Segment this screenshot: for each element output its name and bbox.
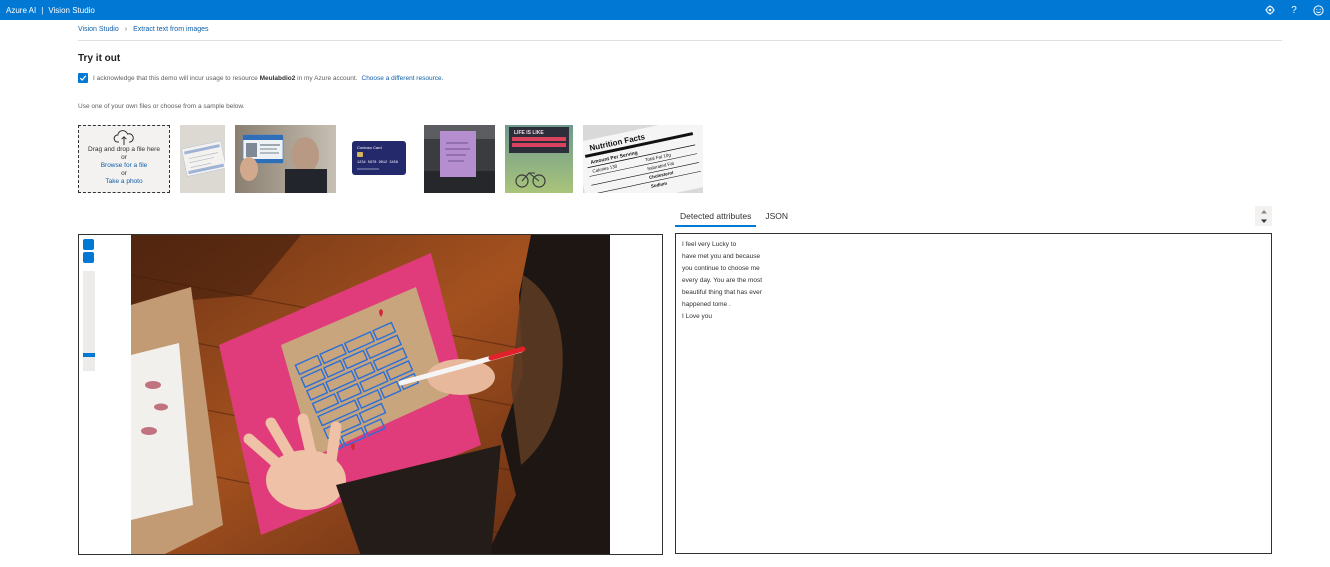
chevron-right-icon: › [124, 26, 128, 33]
card-brand: Contoso Card [357, 145, 382, 150]
top-bar: Azure AI | Vision Studio ? [0, 0, 1330, 20]
caret-up-icon[interactable] [1260, 209, 1268, 214]
checkmark-icon [79, 75, 87, 81]
tab-detected-attributes[interactable]: Detected attributes [675, 209, 757, 227]
caret-down-icon[interactable] [1260, 219, 1268, 224]
choose-resource-link[interactable]: Choose a different resource. [362, 75, 444, 82]
browse-file-link[interactable]: Browse for a file [79, 162, 169, 170]
zoom-controls [83, 239, 95, 265]
detected-line: happened tome . [682, 301, 731, 308]
detected-line: every day. You are the most [682, 277, 763, 284]
detected-text-panel: I feel very Lucky to have met you and be… [675, 233, 1272, 554]
image-canvas[interactable] [78, 234, 663, 555]
brand-vision-studio: Vision Studio [48, 5, 95, 15]
zoom-in-button[interactable] [83, 239, 94, 250]
zoom-out-button[interactable] [83, 252, 94, 263]
brand-azure-ai: Azure AI [6, 5, 37, 15]
sample-credit-card[interactable]: Contoso Card 1234 5678 9012 3456 [345, 125, 412, 193]
sample-id-badge[interactable] [235, 125, 336, 193]
detected-line: have met you and because [682, 253, 761, 260]
brand-separator: | [41, 5, 44, 15]
feedback-smiley-icon[interactable] [1306, 0, 1330, 20]
result-tabs: Detected attributes JSON [675, 209, 793, 227]
tab-json[interactable]: JSON [760, 209, 793, 227]
breadcrumb-extract-text[interactable]: Extract text from images [133, 26, 208, 33]
detected-line: I Love you [682, 313, 712, 320]
detected-line: beautiful thing that has ever [682, 289, 762, 296]
cloud-upload-icon [79, 130, 169, 146]
or-text: or [121, 154, 127, 161]
acknowledge-text-suffix: in my Azure account. [297, 74, 358, 82]
take-photo-link[interactable]: Take a photo [79, 178, 169, 186]
sample-street-sign[interactable]: LIFE IS LIKE [505, 125, 573, 193]
zoom-slider[interactable] [83, 271, 95, 371]
top-icons: ? [1258, 0, 1330, 20]
drag-drop-text: Drag and drop a file here [88, 146, 160, 153]
instructions: Use one of your own files or choose from… [78, 103, 245, 110]
settings-icon[interactable] [1258, 0, 1282, 20]
detected-line: you continue to choose me [682, 265, 760, 272]
help-icon[interactable]: ? [1282, 0, 1306, 20]
acknowledge-checkbox[interactable] [78, 73, 88, 83]
acknowledge-text-prefix: I acknowledge that this demo will incur … [93, 74, 258, 82]
help-glyph: ? [1291, 4, 1297, 16]
sample-nutrition-facts[interactable]: Nutrition Facts Amount Per Serving Calor… [583, 125, 703, 193]
card-number: 1234 5678 9012 3456 [357, 161, 398, 165]
handwritten-note-photo [131, 235, 610, 554]
breadcrumb: Vision Studio › Extract text from images [78, 26, 209, 33]
acknowledge-row: I acknowledge that this demo will incur … [78, 73, 443, 83]
sample-social-security-card[interactable] [180, 125, 225, 193]
acknowledge-resource: Meulabdio2 [259, 74, 296, 82]
sample-sticky-note[interactable] [424, 125, 495, 193]
brand[interactable]: Azure AI | Vision Studio [0, 6, 95, 15]
upload-dropzone[interactable]: Drag and drop a file here or Browse for … [78, 125, 170, 193]
sign-text: LIFE IS LIKE [514, 130, 544, 136]
divider [78, 40, 1282, 41]
scroll-spinner[interactable] [1255, 206, 1272, 226]
zoom-slider-handle[interactable] [83, 353, 95, 357]
or-text: or [121, 170, 127, 177]
page-title: Try it out [78, 53, 121, 64]
detected-line: I feel very Lucky to [682, 241, 737, 248]
breadcrumb-vision-studio[interactable]: Vision Studio [78, 26, 119, 33]
